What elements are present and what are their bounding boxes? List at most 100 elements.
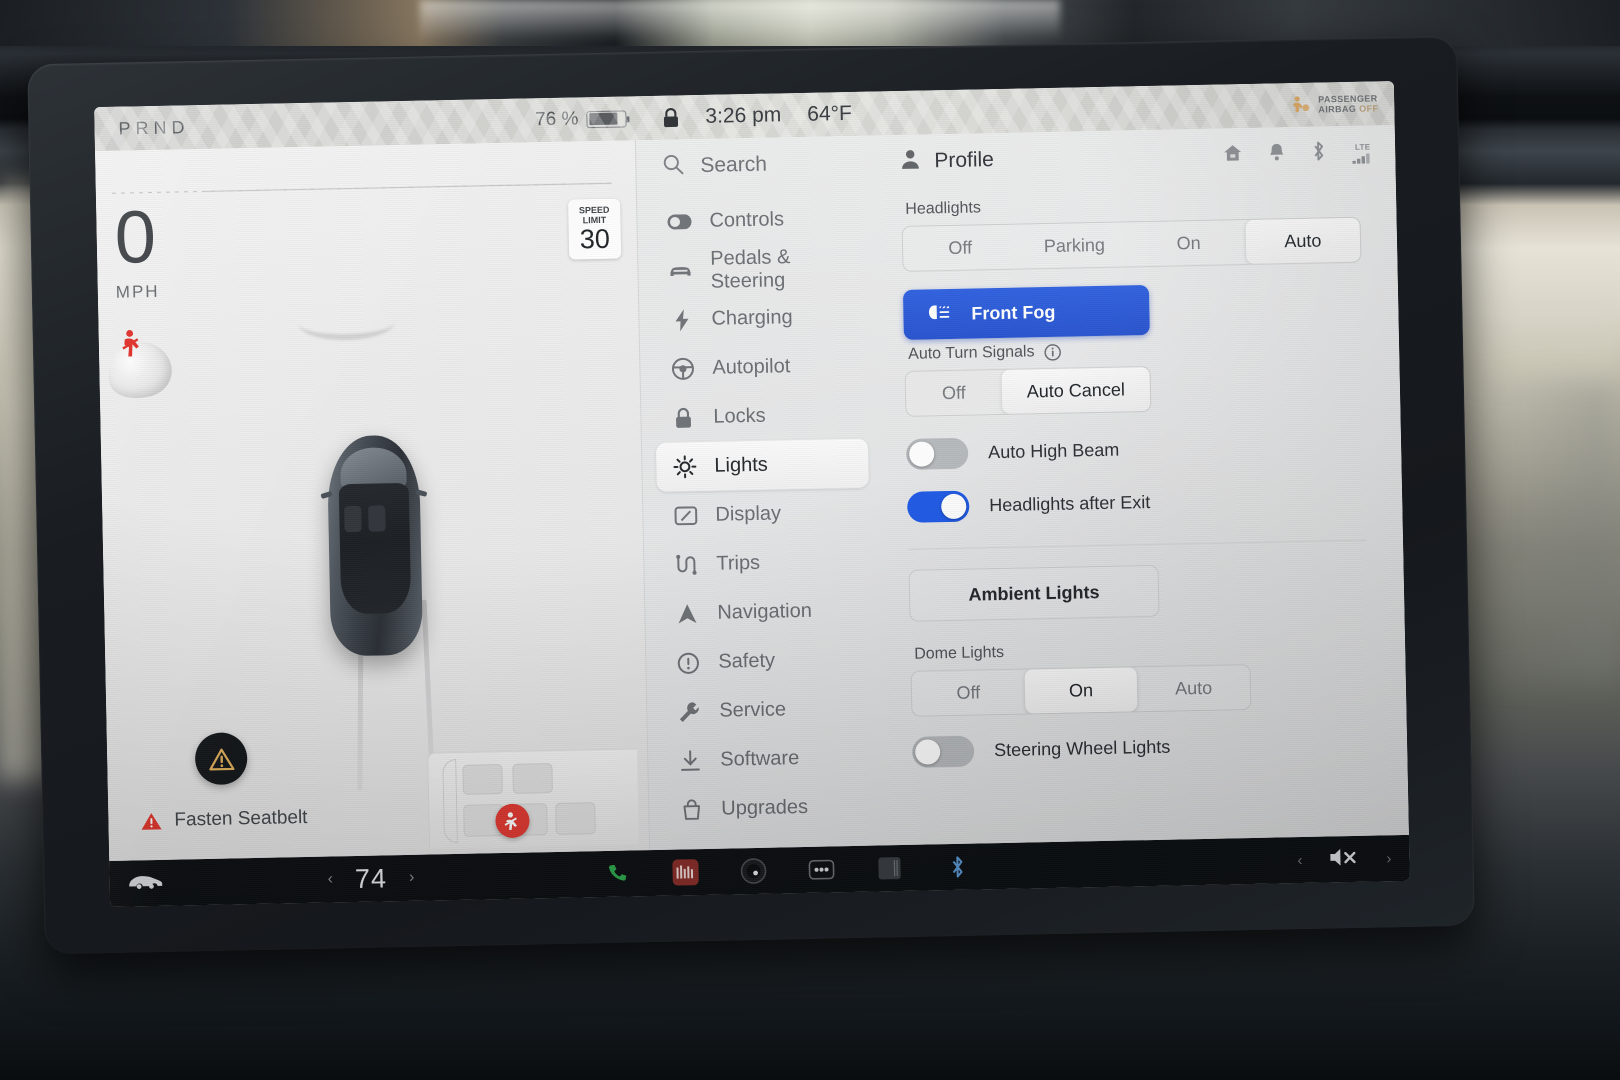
sidebar-item-label: Charging	[711, 306, 793, 330]
warning-triangle-icon	[208, 748, 234, 771]
sidebar-item-navigation[interactable]: Navigation	[659, 586, 872, 639]
profile-button[interactable]: Profile	[900, 147, 994, 175]
driving-visualization-panel: 0 MPH SPEED LIMIT 30 Fasten Seatbelt	[94, 140, 650, 861]
dome-lights-option-on[interactable]: On	[1024, 667, 1138, 714]
lte-signal-icon: LTE	[1352, 142, 1373, 164]
sidebar-item-label: Software	[720, 747, 800, 771]
sidebar-item-pedals-steering[interactable]: Pedals & Steering	[652, 243, 865, 296]
sidebar-item-safety[interactable]: Safety	[660, 635, 873, 688]
profile-label: Profile	[934, 148, 995, 173]
sidebar-item-autopilot[interactable]: Autopilot	[654, 341, 867, 394]
sidebar-item-locks[interactable]: Locks	[655, 390, 868, 443]
sidebar-item-charging[interactable]: Charging	[653, 292, 866, 345]
gear-indicator-prnd: PRND	[118, 116, 190, 139]
bluetooth-icon[interactable]	[945, 854, 972, 881]
airbag-figure-icon	[1293, 96, 1310, 112]
speedometer: 0 MPH	[113, 194, 160, 303]
temp-value-label: 74	[354, 862, 388, 894]
sidebar-item-controls[interactable]: Controls	[651, 194, 864, 247]
vehicle-alert-badge[interactable]	[194, 732, 248, 786]
driver-temperature-control[interactable]: ‹ 74 ›	[327, 862, 414, 895]
sidebar-item-display[interactable]: Display	[657, 488, 870, 541]
front-fog-button[interactable]: Front Fog	[902, 284, 1150, 340]
headlights-segmented-control[interactable]: Off Parking On Auto	[901, 216, 1362, 272]
touchscreen-display[interactable]: PRND 76 % 3:26 pm 64°F PASSENGER AIRBAG …	[94, 81, 1410, 907]
turn-signals-option-off[interactable]: Off	[906, 370, 1003, 416]
auto-high-beam-row[interactable]: Auto High Beam	[905, 430, 1366, 470]
notification-bell-icon[interactable]	[1268, 142, 1285, 166]
sidebar-item-service[interactable]: Service	[661, 684, 874, 737]
sidebar-item-software[interactable]: Software	[662, 733, 875, 786]
headlights-option-auto[interactable]: Auto	[1245, 217, 1361, 265]
auto-turn-signals-segmented-control[interactable]: Off Auto Cancel	[904, 365, 1152, 417]
volume-increase-chevron[interactable]: ›	[1386, 850, 1391, 867]
temp-decrease-chevron[interactable]: ‹	[327, 870, 333, 888]
bluetooth-icon[interactable]	[1311, 140, 1327, 166]
volume-decrease-chevron[interactable]: ‹	[1297, 852, 1302, 869]
seat-occupancy-panel[interactable]	[427, 748, 639, 849]
home-icon[interactable]	[1223, 143, 1242, 167]
sidebar-item-upgrades[interactable]: Upgrades	[663, 782, 876, 835]
sidebar-item-label: Pedals & Steering	[710, 245, 791, 293]
speed-limit-value: 30	[579, 223, 611, 255]
sidebar-item-label: Locks	[713, 404, 766, 428]
lightning-bolt-icon	[669, 308, 693, 331]
steering-wheel-lights-row[interactable]: Steering Wheel Lights	[911, 728, 1372, 768]
sidebar-item-trips[interactable]: Trips	[658, 537, 871, 590]
navigation-arrow-icon	[675, 603, 699, 624]
sidebar-item-label: Autopilot	[712, 355, 791, 379]
windshield-glare	[420, 0, 1060, 40]
fog-light-icon	[925, 301, 951, 327]
headlights-after-exit-toggle[interactable]	[906, 490, 970, 523]
road-horizon-curve	[298, 305, 395, 342]
volume-muted-icon[interactable]	[1328, 845, 1361, 873]
info-circle-icon[interactable]	[1044, 343, 1062, 361]
airbag-line2: AIRBAG	[1318, 103, 1357, 115]
wrench-icon	[677, 701, 701, 723]
ambient-lights-button[interactable]: Ambient Lights	[908, 564, 1160, 622]
sidebar-item-label: Trips	[716, 551, 761, 575]
settings-menu: Controls Pedals & Steering Charging Auto…	[637, 189, 892, 850]
camera-icon[interactable]	[741, 858, 768, 885]
airbag-text: PASSENGER AIRBAG OFF	[1318, 93, 1378, 114]
search-label: Search	[700, 152, 768, 177]
more-dots-icon[interactable]	[808, 856, 836, 883]
dome-lights-segmented-control[interactable]: Off On Auto	[910, 664, 1252, 717]
headlights-section-title: Headlights	[905, 199, 982, 218]
clock-label: 3:26 pm	[705, 103, 782, 128]
sidebar-item-label: Navigation	[717, 599, 813, 624]
auto-high-beam-label: Auto High Beam	[987, 439, 1120, 463]
controls-panel: Search Profile LTE Controls Pedals & Ste…	[634, 125, 1409, 851]
speed-limit-label-top: SPEED	[578, 204, 610, 216]
screen-icon	[673, 506, 697, 526]
ego-car-render	[320, 434, 428, 657]
lane-divider-line	[111, 182, 612, 194]
turn-signals-option-auto-cancel[interactable]: Auto Cancel	[1001, 366, 1151, 414]
auto-high-beam-toggle[interactable]	[905, 437, 969, 470]
dome-lights-option-auto[interactable]: Auto	[1137, 665, 1251, 711]
seat-front-right	[512, 763, 553, 794]
fasten-seatbelt-warning: Fasten Seatbelt	[140, 807, 308, 832]
exclamation-circle-icon	[676, 652, 700, 674]
sidebar-item-lights[interactable]: Lights	[655, 438, 869, 492]
headlights-after-exit-row[interactable]: Headlights after Exit	[906, 483, 1367, 523]
seat-rear-right	[555, 802, 596, 835]
card-icon[interactable]	[877, 855, 904, 882]
phone-icon[interactable]	[605, 860, 632, 887]
dome-lights-option-off[interactable]: Off	[912, 670, 1026, 716]
battery-indicator[interactable]: 76 %	[535, 107, 645, 131]
car-side-icon[interactable]	[127, 871, 163, 895]
lock-icon[interactable]	[662, 107, 679, 128]
headlights-option-parking[interactable]: Parking	[1017, 222, 1132, 268]
download-arrow-icon	[678, 750, 702, 771]
headlights-option-off[interactable]: Off	[903, 225, 1018, 271]
sun-brightness-icon	[672, 455, 696, 479]
app-bar-right-group: ‹ ›	[1161, 845, 1392, 877]
front-fog-label: Front Fog	[971, 301, 1056, 324]
headlights-option-on[interactable]: On	[1131, 220, 1246, 266]
media-player-icon[interactable]	[672, 859, 700, 886]
steering-wheel-lights-toggle[interactable]	[911, 735, 975, 768]
speed-value: 0	[113, 194, 157, 279]
search-button[interactable]: Search	[662, 148, 900, 180]
sidebar-item-label: Display	[715, 502, 782, 526]
